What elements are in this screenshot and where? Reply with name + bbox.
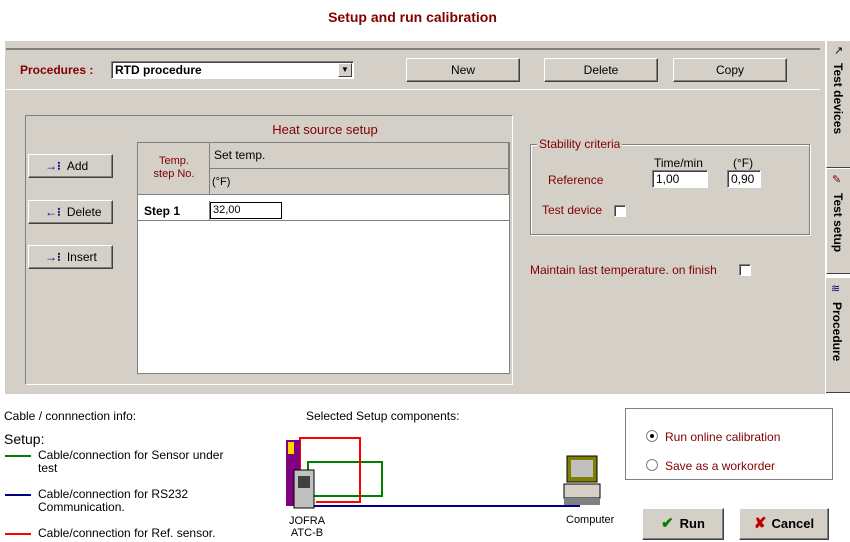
maintain-last-temp-label: Maintain last temperature. on finish [530, 263, 717, 277]
delete-step-label: Delete [66, 205, 102, 219]
procedures-label: Procedures : [20, 63, 94, 77]
time-header: Time/min [654, 156, 703, 170]
delete-row-icon: ←⁝ [45, 205, 61, 219]
maintain-last-temp-checkbox[interactable] [739, 264, 751, 276]
device-name-line2: ATC-B [290, 527, 324, 539]
set-temp-unit-header: (°F) [210, 169, 509, 195]
insert-step-button[interactable]: →⁝ Insert [28, 245, 113, 269]
step-number-header: Temp. step No. [138, 143, 210, 195]
reference-label: Reference [548, 173, 604, 187]
jofra-device-label: JOFRA ATC-B [283, 515, 331, 539]
computer-case [563, 483, 601, 499]
computer-keyboard [564, 499, 600, 505]
step-header-line2: step No. [153, 168, 195, 180]
reference-time-input[interactable]: 1,00 [652, 170, 708, 188]
set-temp-editor[interactable]: 32,00 [210, 202, 282, 219]
stability-criteria-legend: Stability criteria [537, 137, 623, 151]
set-temp-header: Set temp. [210, 143, 509, 169]
chevron-down-icon[interactable]: ▼ [338, 63, 352, 77]
test-device-label: Test device [542, 203, 603, 217]
rs232-cable-swatch [5, 494, 31, 496]
tab-test-setup[interactable]: ✎ Test setup [826, 168, 850, 274]
insert-row-icon: →⁝ [45, 250, 61, 264]
cancel-button-label: Cancel [771, 516, 815, 531]
close-icon: ✘ [753, 515, 767, 532]
save-workorder-radio[interactable] [646, 459, 658, 471]
rs232-cable-legend: Cable/connection for RS232 Communication… [38, 487, 189, 514]
ref-cable-swatch [5, 533, 31, 535]
jofra-device-probe [288, 442, 294, 454]
save-workorder-label: Save as a workorder [665, 459, 776, 473]
selected-components-label: Selected Setup components: [306, 409, 460, 423]
delete-step-button[interactable]: ←⁝ Delete [28, 200, 113, 224]
procedures-select[interactable]: RTD procedure ▼ [111, 61, 354, 79]
run-button-label: Run [679, 516, 705, 531]
set-temp-value: 32,00 [213, 204, 241, 216]
set-temp-unit-label: (°F) [212, 176, 231, 188]
chart-icon: ≋ [831, 283, 841, 295]
sensor-cable-legend: Cable/connection for Sensor under test [38, 448, 224, 475]
pin-icon: ↗ [834, 45, 844, 57]
setup-icon: ✎ [832, 174, 842, 186]
setup-diagram [286, 437, 601, 509]
run-online-label: Run online calibration [665, 430, 781, 444]
sensor-cable-line [307, 461, 383, 497]
set-temp-header-label: Set temp. [214, 148, 266, 162]
temperature-steps-grid[interactable]: Temp. step No. Set temp. (°F) Step 1 32,… [137, 142, 510, 374]
copy-procedure-button[interactable]: Copy [673, 58, 787, 82]
ref-cable-legend: Cable/connection for Ref. sensor. [38, 526, 216, 540]
add-step-button[interactable]: →⁝ Add [28, 154, 113, 178]
run-online-radio[interactable] [646, 430, 658, 442]
new-procedure-button[interactable]: New [406, 58, 520, 82]
unit-header: (°F) [733, 156, 754, 170]
heat-source-title: Heat source setup [272, 122, 378, 137]
insert-step-label: Insert [66, 250, 97, 264]
step-label: Step 1 [144, 204, 181, 218]
run-button[interactable]: ✔ Run [642, 508, 724, 540]
reference-temp-input[interactable]: 0,90 [727, 170, 761, 188]
step-header-line1: Temp. [159, 155, 189, 167]
cancel-button[interactable]: ✘ Cancel [739, 508, 829, 540]
computer-screen [571, 460, 593, 477]
device-name-line1: JOFRA [288, 515, 326, 527]
page-title: Setup and run calibration [0, 0, 825, 30]
jofra-device-body [293, 469, 315, 509]
procedures-selected-value: RTD procedure [115, 63, 202, 77]
cable-info-label: Cable / connnection info: [4, 409, 137, 423]
add-row-icon: →⁝ [45, 159, 61, 173]
tab-test-devices-label: Test devices [831, 63, 845, 135]
add-step-label: Add [66, 159, 89, 173]
sensor-cable-swatch [5, 455, 31, 457]
tab-procedure[interactable]: ≋ Procedure [826, 277, 850, 393]
set-temp-cell[interactable]: 32,00 [210, 201, 509, 221]
setup-label: Setup: [4, 431, 45, 447]
tab-test-setup-label: Test setup [831, 193, 845, 253]
jofra-device-display [298, 476, 310, 488]
checkmark-icon: ✔ [661, 515, 674, 532]
tab-test-devices[interactable]: ↗ Test devices [826, 40, 850, 168]
delete-procedure-button[interactable]: Delete [544, 58, 658, 82]
test-device-checkbox[interactable] [614, 205, 626, 217]
tab-procedure-label: Procedure [830, 302, 844, 362]
computer-label: Computer [566, 514, 615, 526]
table-row[interactable]: Step 1 [138, 201, 210, 221]
